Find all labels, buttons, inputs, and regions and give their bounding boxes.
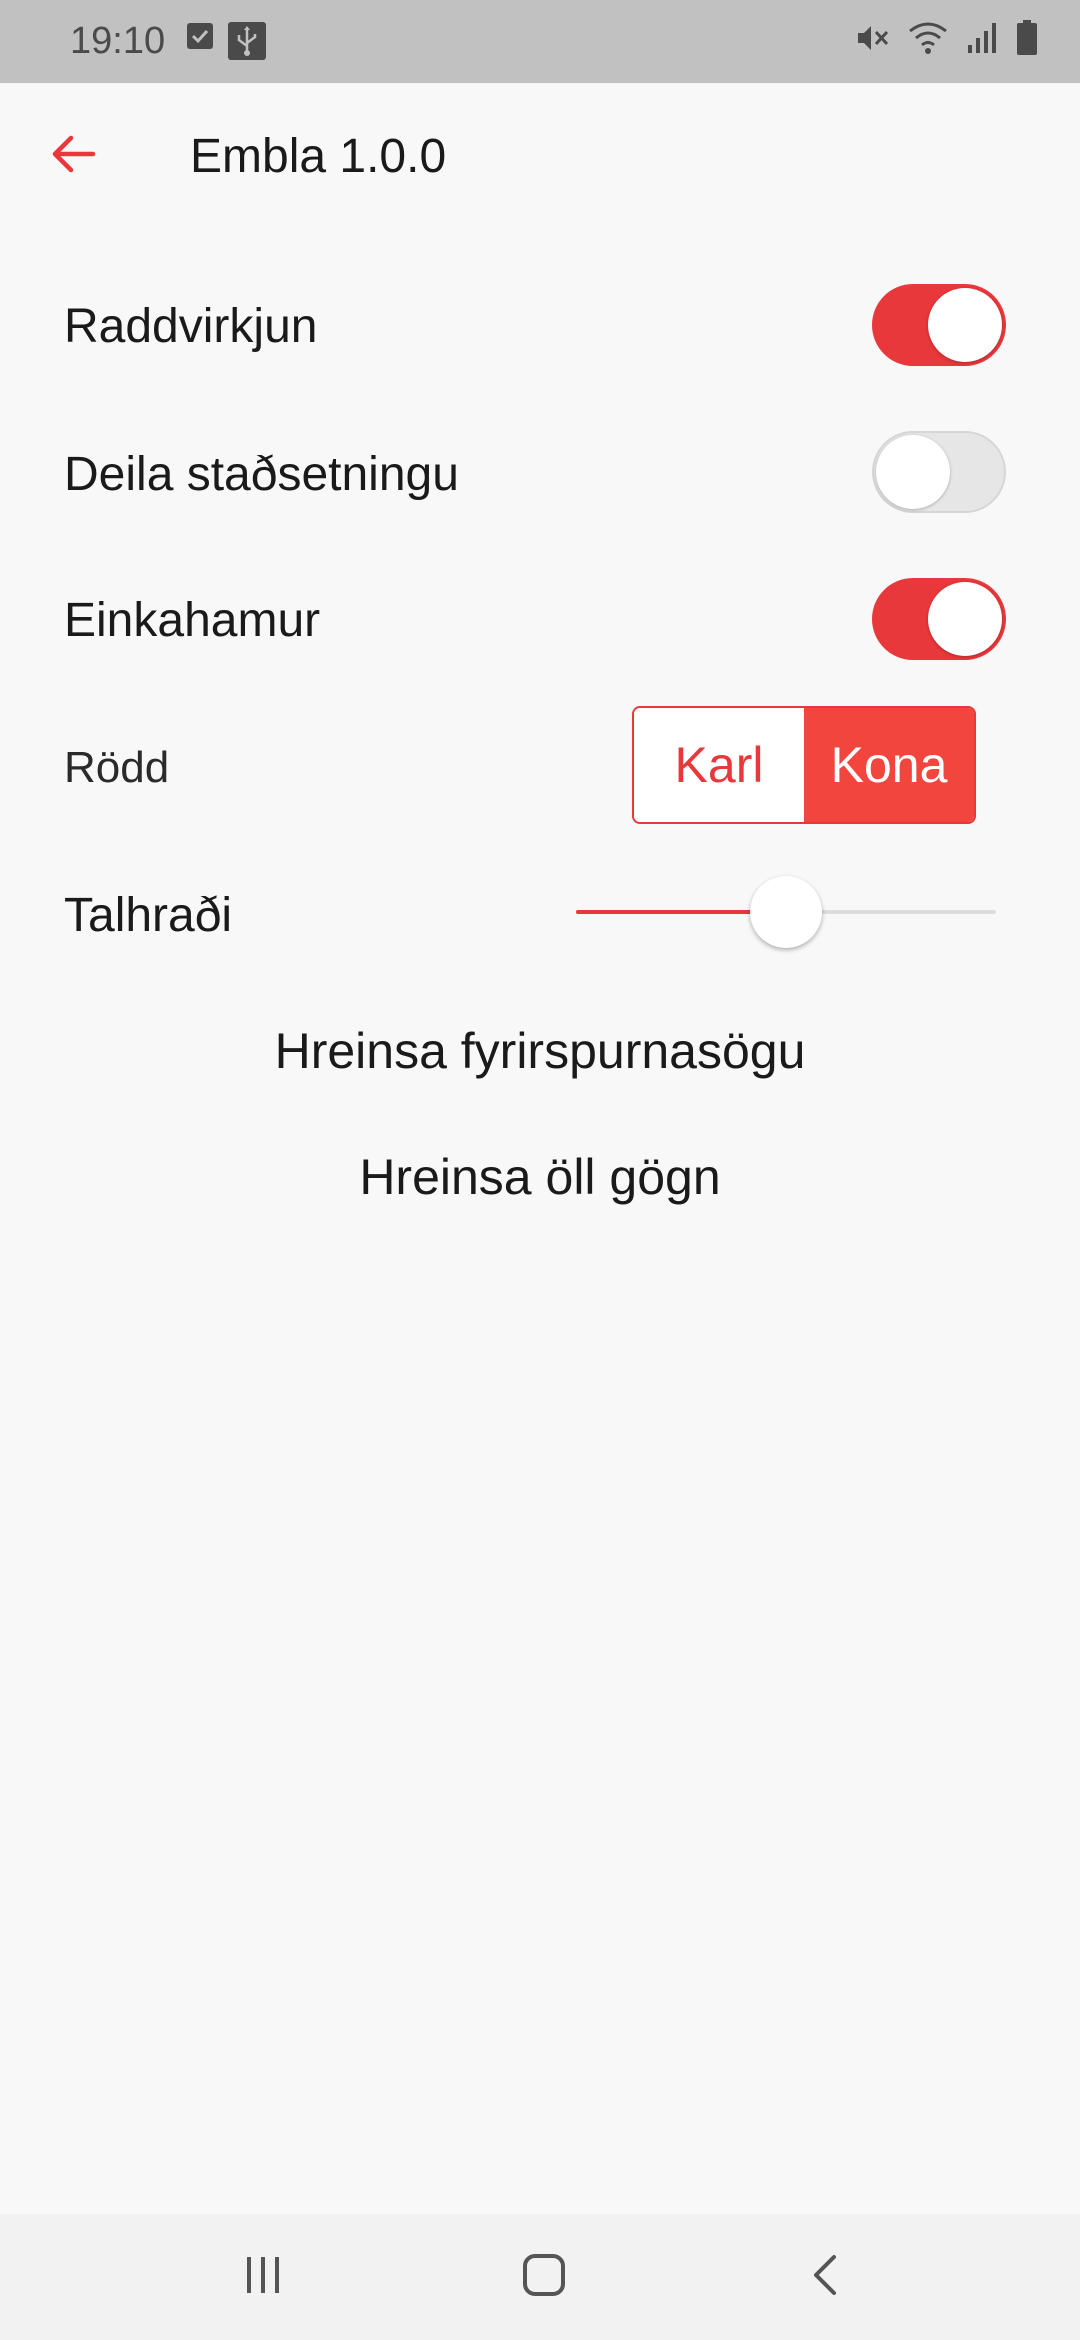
status-right-icons	[854, 20, 1038, 56]
share-location-label: Deila staðsetningu	[64, 448, 459, 501]
toggle-knob	[876, 435, 950, 509]
toggle-knob	[928, 582, 1002, 656]
voice-option-kona[interactable]: Kona	[804, 708, 974, 822]
home-button[interactable]	[499, 2242, 589, 2312]
page-title: Embla 1.0.0	[190, 130, 447, 183]
speech-rate-label: Talhraði	[64, 889, 233, 942]
status-time: 19:10	[70, 20, 166, 62]
nav-back-button[interactable]	[780, 2242, 870, 2312]
voice-activation-toggle[interactable]	[872, 284, 1006, 366]
setting-row-voice-activation: Raddvirkjun	[0, 265, 1080, 385]
wifi-icon	[908, 21, 948, 55]
clear-all-data-button[interactable]: Hreinsa öll gögn	[0, 1142, 1080, 1212]
slider-thumb[interactable]	[750, 876, 822, 948]
battery-icon	[1016, 20, 1038, 56]
status-bar: 19:10	[0, 0, 1080, 83]
back-button[interactable]	[40, 123, 106, 189]
status-left-icons	[186, 22, 266, 60]
setting-row-voice: Rödd Karl Kona	[0, 706, 1080, 826]
arrow-left-icon	[49, 134, 97, 179]
voice-segmented-control: Karl Kona	[632, 706, 976, 824]
signal-icon	[966, 21, 998, 55]
setting-row-privacy-mode: Einkahamur	[0, 559, 1080, 679]
voice-label: Rödd	[64, 743, 170, 792]
navigation-bar	[0, 2214, 1080, 2340]
voice-option-karl[interactable]: Karl	[634, 708, 804, 822]
clear-query-history-button[interactable]: Hreinsa fyrirspurnasögu	[0, 1016, 1080, 1086]
speech-rate-slider[interactable]	[576, 872, 996, 952]
privacy-mode-label: Einkahamur	[64, 594, 321, 647]
privacy-mode-toggle[interactable]	[872, 578, 1006, 660]
setting-row-speech-rate: Talhraði	[0, 853, 1080, 973]
recent-apps-button[interactable]	[218, 2242, 308, 2312]
setting-row-share-location: Deila staðsetningu	[0, 412, 1080, 532]
toggle-knob	[928, 288, 1002, 362]
app-bar: Embla 1.0.0	[0, 83, 1080, 233]
share-location-toggle[interactable]	[872, 431, 1006, 513]
voice-activation-label: Raddvirkjun	[64, 300, 318, 353]
mute-icon	[854, 20, 890, 56]
back-icon	[810, 2253, 840, 2302]
settings-screen: 19:10 Embla 1.0.0 Raddvirkjun Deila stað…	[0, 0, 1080, 2340]
recent-apps-icon	[241, 2255, 285, 2300]
checkbox-notification-icon	[186, 22, 214, 60]
usb-icon	[228, 22, 266, 60]
home-icon	[522, 2253, 566, 2302]
